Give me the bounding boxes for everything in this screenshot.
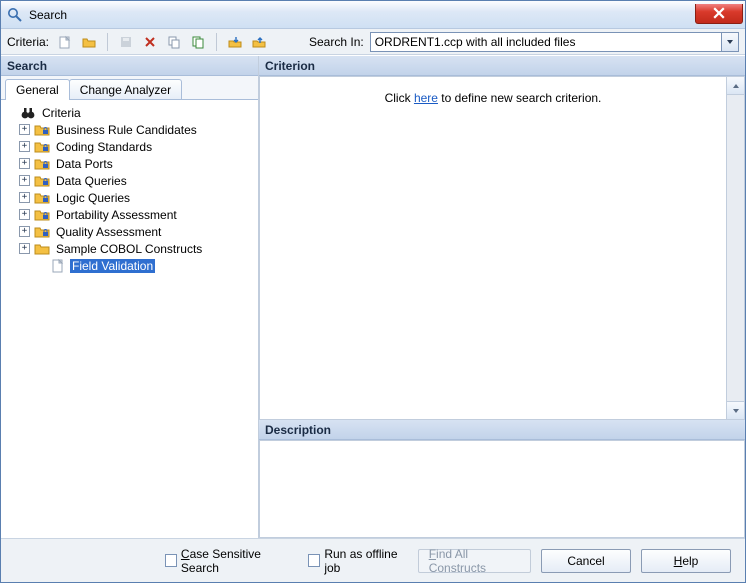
criterion-text-pre: Click — [385, 91, 414, 105]
expand-icon[interactable]: + — [19, 124, 30, 135]
tab-change-analyzer[interactable]: Change Analyzer — [69, 79, 182, 99]
scroll-up-icon[interactable] — [727, 77, 744, 95]
criterion-text-post: to define new search criterion. — [438, 91, 601, 105]
criterion-panel-header: Criterion — [259, 56, 745, 76]
binoculars-icon — [20, 105, 36, 121]
searchin-label: Search In: — [309, 35, 364, 49]
tree-leaf-field-validation[interactable]: Field Validation — [1, 257, 258, 274]
toolbar: Criteria: Search In: — [1, 29, 745, 55]
close-button[interactable] — [695, 4, 743, 24]
offline-job-label: Run as offline job — [324, 547, 407, 575]
description-body — [259, 440, 745, 538]
tree-item[interactable]: + Portability Assessment — [1, 206, 258, 223]
delete-button[interactable] — [140, 32, 160, 52]
expand-icon[interactable]: + — [19, 226, 30, 237]
folder-lock-icon — [34, 190, 50, 206]
criteria-tree[interactable]: Criteria + Business Rule Candidates + — [1, 100, 258, 538]
tree-item[interactable]: + Data Ports — [1, 155, 258, 172]
criteria-label: Criteria: — [7, 35, 49, 49]
checkbox-icon — [165, 554, 177, 567]
right-pane: Criterion Click here to define new searc… — [259, 56, 745, 538]
searchin-input[interactable] — [370, 32, 721, 52]
expand-icon[interactable]: + — [19, 158, 30, 169]
import-button[interactable] — [225, 32, 245, 52]
searchin-dropdown-button[interactable] — [721, 32, 739, 52]
search-window: Search Criteria: — [0, 0, 746, 583]
expand-icon[interactable]: + — [19, 192, 30, 203]
tree-item[interactable]: + Business Rule Candidates — [1, 121, 258, 138]
window-title: Search — [29, 8, 695, 22]
export-button[interactable] — [249, 32, 269, 52]
offline-job-checkbox[interactable]: Run as offline job — [308, 547, 407, 575]
criterion-scrollbar[interactable] — [726, 77, 744, 419]
tree-item[interactable]: + Sample COBOL Constructs — [1, 240, 258, 257]
document-icon — [50, 258, 66, 274]
footer: Case Sensitive Search Run as offline job… — [1, 538, 745, 582]
find-all-constructs-button: Find All Constructs — [418, 549, 531, 573]
app-icon — [7, 7, 23, 23]
folder-lock-icon — [34, 139, 50, 155]
checkbox-icon — [308, 554, 320, 567]
refresh-button[interactable] — [188, 32, 208, 52]
folder-lock-icon — [34, 224, 50, 240]
body: Search General Change Analyzer Criteria — [1, 55, 745, 538]
description-area: Description — [259, 420, 745, 538]
copy-button[interactable] — [164, 32, 184, 52]
description-panel-header: Description — [259, 420, 745, 440]
save-button — [116, 32, 136, 52]
expand-icon[interactable]: + — [19, 209, 30, 220]
folder-lock-icon — [34, 122, 50, 138]
expand-icon[interactable]: + — [19, 243, 30, 254]
folder-lock-icon — [34, 173, 50, 189]
toolbar-separator — [107, 33, 108, 51]
tree-item[interactable]: + Logic Queries — [1, 189, 258, 206]
scroll-down-icon[interactable] — [727, 401, 744, 419]
tree-item[interactable]: + Coding Standards — [1, 138, 258, 155]
titlebar[interactable]: Search — [1, 1, 745, 29]
new-criteria-button[interactable] — [55, 32, 75, 52]
search-panel-header: Search — [1, 56, 258, 76]
searchin-combo[interactable] — [370, 32, 739, 52]
help-button[interactable]: Help — [641, 549, 731, 573]
folder-icon — [34, 241, 50, 257]
cancel-button[interactable]: Cancel — [541, 549, 631, 573]
left-pane: Search General Change Analyzer Criteria — [1, 56, 259, 538]
expand-icon[interactable]: + — [19, 175, 30, 186]
left-tabs: General Change Analyzer — [1, 76, 258, 100]
tree-item[interactable]: + Data Queries — [1, 172, 258, 189]
case-sensitive-checkbox[interactable]: Case Sensitive Search — [165, 547, 290, 575]
case-sensitive-label: ase Sensitive Search — [181, 547, 261, 575]
folder-lock-icon — [34, 207, 50, 223]
toolbar-separator-2 — [216, 33, 217, 51]
tree-item[interactable]: + Quality Assessment — [1, 223, 258, 240]
criterion-content: Click here to define new search criterio… — [260, 77, 726, 419]
tab-general[interactable]: General — [5, 79, 70, 100]
define-criterion-link[interactable]: here — [414, 91, 438, 105]
folder-lock-icon — [34, 156, 50, 172]
criterion-area: Click here to define new search criterio… — [259, 76, 745, 420]
tree-root-criteria[interactable]: Criteria — [1, 104, 258, 121]
open-criteria-button[interactable] — [79, 32, 99, 52]
expand-icon[interactable]: + — [19, 141, 30, 152]
